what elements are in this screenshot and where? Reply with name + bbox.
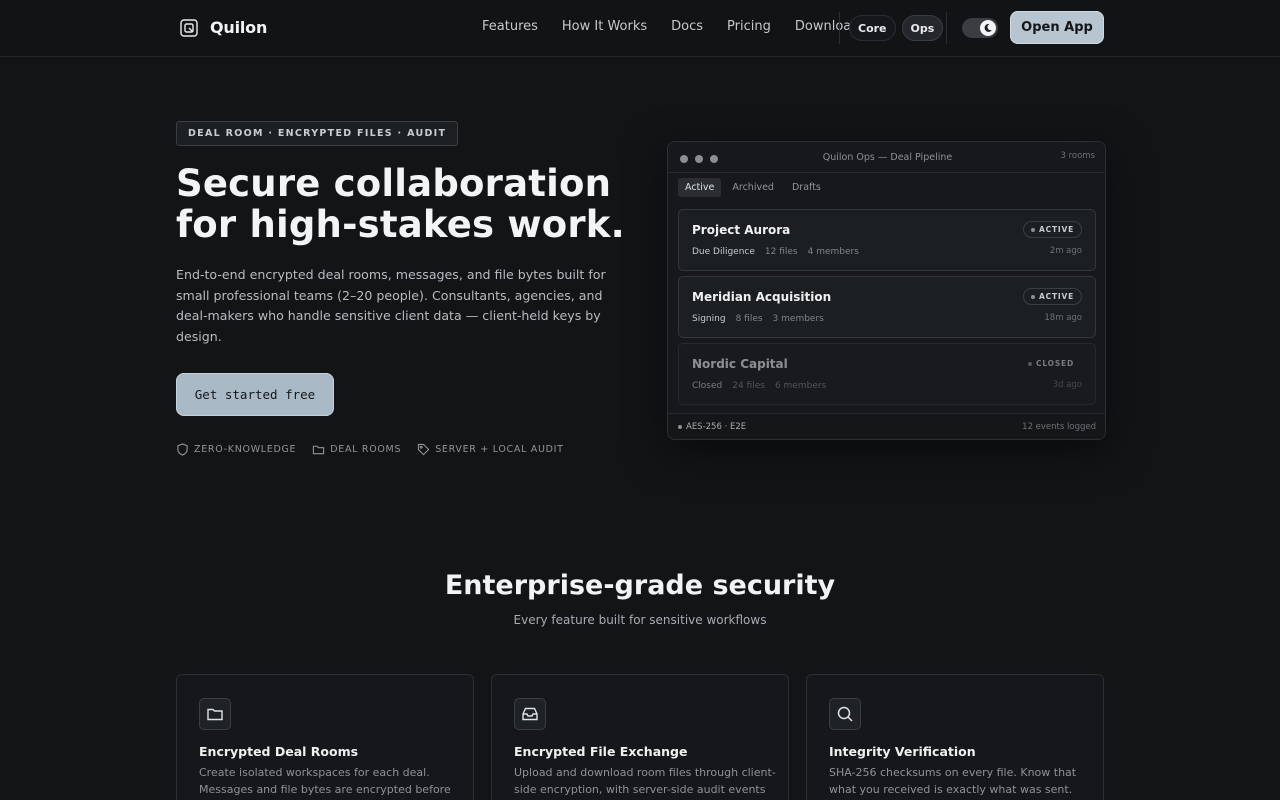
- room-members: 4 members: [807, 247, 859, 257]
- section-subtitle: Every feature built for sensitive workfl…: [513, 613, 767, 627]
- logo-icon: [180, 18, 198, 37]
- feature-audit: SERVER + LOCAL AUDIT: [417, 443, 563, 456]
- hero-badge: DEAL ROOM · ENCRYPTED FILES · AUDIT: [176, 121, 459, 146]
- app-preview-window: Quilon Ops — Deal Pipeline 3 rooms Activ…: [667, 141, 1106, 440]
- status-badge: ACTIVE: [1023, 221, 1082, 238]
- room-name: Project Aurora: [692, 223, 791, 237]
- room-count: 3 rooms: [1060, 151, 1095, 161]
- room-meta: Closed 24 files 6 members: [692, 381, 826, 391]
- room-files: 24 files: [732, 381, 765, 391]
- feature-card: Integrity Verification SHA-256 checksums…: [806, 674, 1104, 800]
- feature-card: Encrypted File Exchange Upload and downl…: [491, 674, 789, 800]
- hero-description: End-to-end encrypted deal rooms, message…: [176, 267, 606, 345]
- folder-icon: [313, 445, 325, 455]
- nav-links: Features How It Works Docs Pricing Downl…: [482, 19, 860, 34]
- nav-link-pricing[interactable]: Pricing: [727, 19, 771, 34]
- room-card[interactable]: Meridian Acquisition Signing 8 files 3 m…: [678, 276, 1096, 338]
- hero-title-line-1: Secure collaboration: [176, 162, 612, 205]
- mode-core-button[interactable]: Core: [849, 15, 896, 41]
- room-stage: Due Diligence: [692, 247, 755, 257]
- room-meta: Signing 8 files 3 members: [692, 314, 824, 324]
- theme-toggle[interactable]: [962, 18, 998, 38]
- hero-title: Secure collaboration for high-stakes wor…: [176, 163, 646, 245]
- nav-divider: [946, 12, 947, 44]
- room-time: 18m ago: [1044, 313, 1082, 323]
- hero-title-line-2: for high-stakes work.: [176, 203, 625, 246]
- status-badge: ACTIVE: [1023, 288, 1082, 305]
- events-count: 12 events logged: [1022, 422, 1096, 432]
- room-stage: Closed: [692, 381, 723, 391]
- brand-link[interactable]: Quilon: [180, 18, 267, 37]
- top-nav: Quilon Features How It Works Docs Pricin…: [0, 0, 1280, 57]
- moon-icon: [980, 20, 996, 36]
- preview-title: Quilon Ops — Deal Pipeline: [822, 152, 953, 163]
- folder-icon: [207, 708, 223, 721]
- preview-footer: AES-256 · E2E 12 events logged: [668, 413, 1105, 439]
- status-label: ACTIVE: [1039, 292, 1074, 301]
- inbox-icon: [522, 707, 538, 721]
- search-icon: [837, 706, 853, 722]
- shield-icon: [177, 443, 188, 456]
- room-stage: Signing: [692, 314, 726, 324]
- feature-description: Create isolated workspaces for each deal…: [199, 766, 451, 796]
- feature-zero-knowledge: ZERO-KNOWLEDGE: [176, 443, 296, 456]
- tag-icon: [418, 443, 430, 456]
- hero-feature-list: ZERO-KNOWLEDGE DEAL ROOMS SERVER + LOCAL…: [176, 443, 564, 456]
- feature-title: Encrypted Deal Rooms: [199, 744, 359, 759]
- tab-drafts[interactable]: Drafts: [785, 178, 828, 197]
- room-members: 3 members: [772, 314, 824, 324]
- feature-label: ZERO-KNOWLEDGE: [194, 444, 297, 455]
- tab-archived[interactable]: Archived: [725, 178, 781, 197]
- room-card[interactable]: Project Aurora Due Diligence 12 files 4 …: [678, 209, 1096, 271]
- room-name: Nordic Capital: [692, 357, 788, 371]
- room-card[interactable]: Nordic Capital Closed 24 files 6 members…: [678, 343, 1096, 405]
- nav-link-how-it-works[interactable]: How It Works: [562, 19, 647, 34]
- feature-card: Encrypted Deal Rooms Create isolated wor…: [176, 674, 474, 800]
- nav-link-features[interactable]: Features: [482, 19, 538, 34]
- section-title: Enterprise-grade security: [444, 570, 836, 601]
- room-time: 3d ago: [1052, 380, 1082, 390]
- feature-icon-box: [199, 698, 231, 730]
- encryption-label: AES-256 · E2E: [686, 422, 747, 432]
- room-files: 12 files: [764, 247, 798, 257]
- status-badge: CLOSED: [1020, 355, 1082, 372]
- feature-title: Integrity Verification: [829, 744, 976, 759]
- feature-deal-rooms: DEAL ROOMS: [312, 443, 401, 456]
- feature-title: Encrypted File Exchange: [514, 744, 688, 759]
- nav-link-docs[interactable]: Docs: [671, 19, 703, 34]
- brand-name: Quilon: [210, 18, 268, 37]
- feature-icon-box: [829, 698, 861, 730]
- room-meta: Due Diligence 12 files 4 members: [692, 247, 859, 257]
- room-name: Meridian Acquisition: [692, 290, 832, 304]
- preview-tabs: Active Archived Drafts: [678, 178, 828, 197]
- status-label: ACTIVE: [1039, 225, 1074, 234]
- feature-icon-box: [514, 698, 546, 730]
- open-app-button[interactable]: Open App: [1010, 11, 1104, 44]
- tab-active[interactable]: Active: [678, 178, 722, 197]
- preview-titlebar: Quilon Ops — Deal Pipeline 3 rooms: [668, 142, 1105, 173]
- mode-ops-button[interactable]: Ops: [901, 15, 944, 41]
- encryption-status: AES-256 · E2E: [678, 422, 746, 432]
- get-started-button[interactable]: Get started free: [176, 373, 334, 416]
- room-members: 6 members: [774, 381, 827, 391]
- feature-description: SHA-256 checksums on every file. Know th…: [829, 766, 1077, 796]
- feature-label: SERVER + LOCAL AUDIT: [435, 444, 564, 455]
- feature-description: Upload and download room files through c…: [514, 766, 776, 796]
- feature-label: DEAL ROOMS: [330, 444, 402, 455]
- room-files: 8 files: [735, 314, 763, 324]
- nav-divider: [839, 12, 840, 44]
- room-time: 2m ago: [1049, 246, 1082, 256]
- mode-switch: Core Ops: [849, 15, 944, 41]
- status-label: CLOSED: [1036, 359, 1074, 368]
